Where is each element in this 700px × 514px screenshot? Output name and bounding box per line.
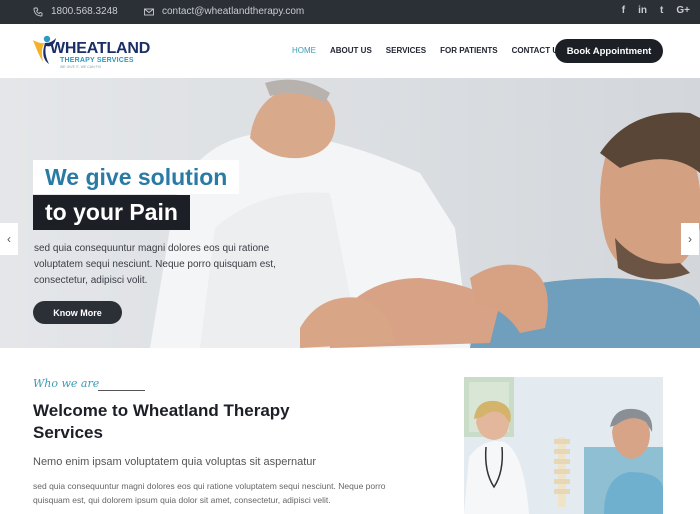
welcome-heading: Welcome to Wheatland Therapy Services (33, 401, 290, 442)
phone-icon (33, 7, 43, 16)
logo-tagline: WE GIVE IT, WE CAN FIX (60, 65, 102, 69)
nav-home[interactable]: HOME (292, 46, 316, 55)
hero-description: sed quia consequuntur magni dolores eos … (34, 243, 276, 286)
section-eyebrow: Who we are (33, 377, 100, 390)
twitter-icon[interactable]: t (660, 5, 663, 16)
email-address: contact@wheatlandtherapy.com (162, 6, 305, 17)
site-header: WHEATLAND THERAPY SERVICES WE GIVE IT, W… (0, 24, 700, 78)
know-more-button[interactable]: Know More (33, 301, 122, 324)
chevron-right-icon: › (688, 232, 692, 246)
doctor-patient-image (464, 377, 663, 514)
site-logo[interactable]: WHEATLAND THERAPY SERVICES WE GIVE IT, W… (32, 34, 150, 70)
logo-subtitle: THERAPY SERVICES (60, 57, 134, 64)
welcome-lead: Nemo enim ipsam voluptatem quia voluptas… (33, 456, 317, 468)
linkedin-icon[interactable]: in (638, 5, 647, 16)
facebook-icon[interactable]: f (622, 5, 625, 16)
welcome-body: sed quia consequuntur magni dolores eos … (33, 481, 386, 505)
hero-slider: We give solution to your Pain sed quia c… (0, 78, 700, 348)
hero-title-line1: We give solution (33, 160, 240, 194)
chevron-left-icon: ‹ (7, 232, 11, 246)
phone-number: 1800.568.3248 (51, 6, 118, 17)
hero-title-line2: to your Pain (33, 195, 190, 230)
nav-about-us[interactable]: ABOUT US (330, 46, 372, 55)
eyebrow-divider (98, 390, 145, 391)
social-links: f in t G+ (622, 5, 690, 16)
book-appointment-button[interactable]: Book Appointment (555, 39, 663, 63)
nav-services[interactable]: SERVICES (386, 46, 426, 55)
google-plus-icon[interactable]: G+ (676, 5, 690, 16)
slider-next-button[interactable]: › (681, 223, 699, 255)
main-nav: HOME ABOUT US SERVICES FOR PATIENTS CONT… (292, 46, 563, 55)
envelope-icon (144, 8, 154, 15)
top-bar: 1800.568.3248 contact@wheatlandtherapy.c… (0, 0, 700, 24)
email-contact[interactable]: contact@wheatlandtherapy.com (144, 6, 304, 17)
slider-prev-button[interactable]: ‹ (0, 223, 18, 255)
nav-for-patients[interactable]: FOR PATIENTS (440, 46, 497, 55)
clinic-photo (464, 377, 663, 514)
logo-name: WHEATLAND (50, 40, 151, 57)
phone-contact[interactable]: 1800.568.3248 (33, 6, 118, 17)
